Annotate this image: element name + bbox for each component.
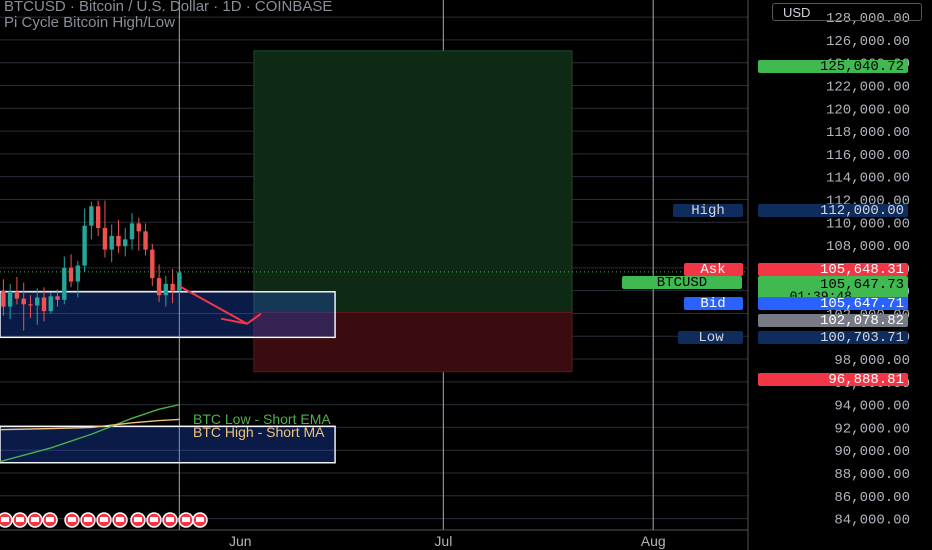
price-tick-label: 116,000.00 bbox=[826, 148, 910, 164]
high-value-tag: 112,000.00 bbox=[820, 203, 904, 219]
candle-body bbox=[95, 206, 101, 228]
symbol-title: BTCUSD · Bitcoin / U.S. Dollar · 1D · CO… bbox=[4, 0, 333, 15]
price-tick-label: 88,000.00 bbox=[834, 467, 910, 483]
flag-stripe-icon bbox=[16, 517, 24, 522]
flag-stripe-icon bbox=[46, 517, 54, 522]
price-tick-label: 118,000.00 bbox=[826, 125, 910, 141]
high-label-tag: High bbox=[691, 203, 725, 219]
flag-stripe-icon bbox=[100, 517, 108, 522]
flag-stripe-icon bbox=[116, 517, 124, 522]
series-label: BTC High - Short MA bbox=[193, 424, 325, 440]
candle-body bbox=[89, 206, 94, 226]
candle-body bbox=[123, 239, 128, 247]
event-icons[interactable] bbox=[0, 512, 208, 528]
candle-body bbox=[21, 298, 26, 305]
candle-body bbox=[14, 291, 20, 299]
price-chart[interactable]: BTC Low - Short EMABTC High - Short MA J… bbox=[0, 0, 932, 550]
ask-value-tag: 105,648.31 bbox=[820, 262, 904, 278]
candle-body bbox=[136, 223, 141, 232]
price-tick-label: 122,000.00 bbox=[826, 79, 910, 95]
price-tick-label: 126,000.00 bbox=[826, 34, 910, 50]
candle-body bbox=[62, 267, 67, 300]
bid-label-tag: Bid bbox=[700, 296, 725, 312]
flag-stripe-icon bbox=[182, 517, 190, 522]
candle-body bbox=[129, 223, 135, 240]
candle-body bbox=[55, 296, 60, 300]
profit-zone bbox=[253, 50, 573, 314]
flag-stripe-icon bbox=[1, 517, 9, 522]
candle-body bbox=[156, 278, 162, 296]
price-tick-label: 108,000.00 bbox=[826, 239, 910, 255]
candle-body bbox=[109, 235, 114, 250]
low-label-tag: Low bbox=[698, 330, 724, 346]
candle-body bbox=[1, 290, 6, 307]
candle-body bbox=[7, 291, 13, 307]
entry-price-tag: 102,078.82 bbox=[820, 313, 904, 329]
candle-body bbox=[143, 231, 148, 250]
candle-body bbox=[116, 235, 121, 247]
indicator-title: Pi Cycle Bitcoin High/Low bbox=[4, 14, 175, 31]
price-tick-label: 86,000.00 bbox=[834, 490, 910, 506]
candle-body bbox=[28, 304, 33, 306]
flag-stripe-icon bbox=[68, 517, 76, 522]
candle-body bbox=[68, 267, 74, 282]
candle-body bbox=[41, 297, 47, 312]
price-tick-label: 92,000.00 bbox=[834, 421, 910, 437]
price-tick-label: 114,000.00 bbox=[826, 171, 910, 187]
price-tick-label: 98,000.00 bbox=[834, 353, 910, 369]
candle-body bbox=[48, 296, 53, 312]
flag-stripe-icon bbox=[134, 517, 142, 522]
low-value-tag: 100,703.71 bbox=[820, 330, 904, 346]
candle-body bbox=[82, 225, 87, 266]
time-tick-label: Jul bbox=[434, 533, 452, 549]
time-tick-label: Jun bbox=[229, 533, 252, 549]
price-tick-label: 84,000.00 bbox=[834, 513, 910, 529]
symbol-tag: BTCUSD bbox=[657, 275, 707, 291]
flag-stripe-icon bbox=[84, 517, 92, 522]
currency-selector[interactable]: USD bbox=[772, 3, 922, 21]
stop-price-tag: 96,888.81 bbox=[828, 372, 904, 388]
flag-stripe-icon bbox=[31, 517, 39, 522]
candle-body bbox=[163, 283, 169, 296]
flag-stripe-icon bbox=[166, 517, 174, 522]
price-tick-label: 94,000.00 bbox=[834, 399, 910, 415]
time-tick-label: Aug bbox=[641, 533, 666, 549]
target-price-tag: 125,040.72 bbox=[820, 59, 904, 75]
price-tick-label: 90,000.00 bbox=[834, 444, 910, 460]
flag-stripe-icon bbox=[150, 517, 158, 522]
candle-body bbox=[75, 265, 81, 282]
price-tick-label: 120,000.00 bbox=[826, 102, 910, 118]
candle-body bbox=[170, 283, 175, 291]
bid-value-tag: 105,647.71 bbox=[820, 296, 904, 312]
candle-body bbox=[102, 227, 108, 250]
candle-body bbox=[150, 249, 155, 279]
flag-stripe-icon bbox=[196, 517, 204, 522]
time-axis[interactable]: Jun Jul Aug bbox=[0, 529, 748, 549]
candle-body bbox=[35, 297, 40, 306]
